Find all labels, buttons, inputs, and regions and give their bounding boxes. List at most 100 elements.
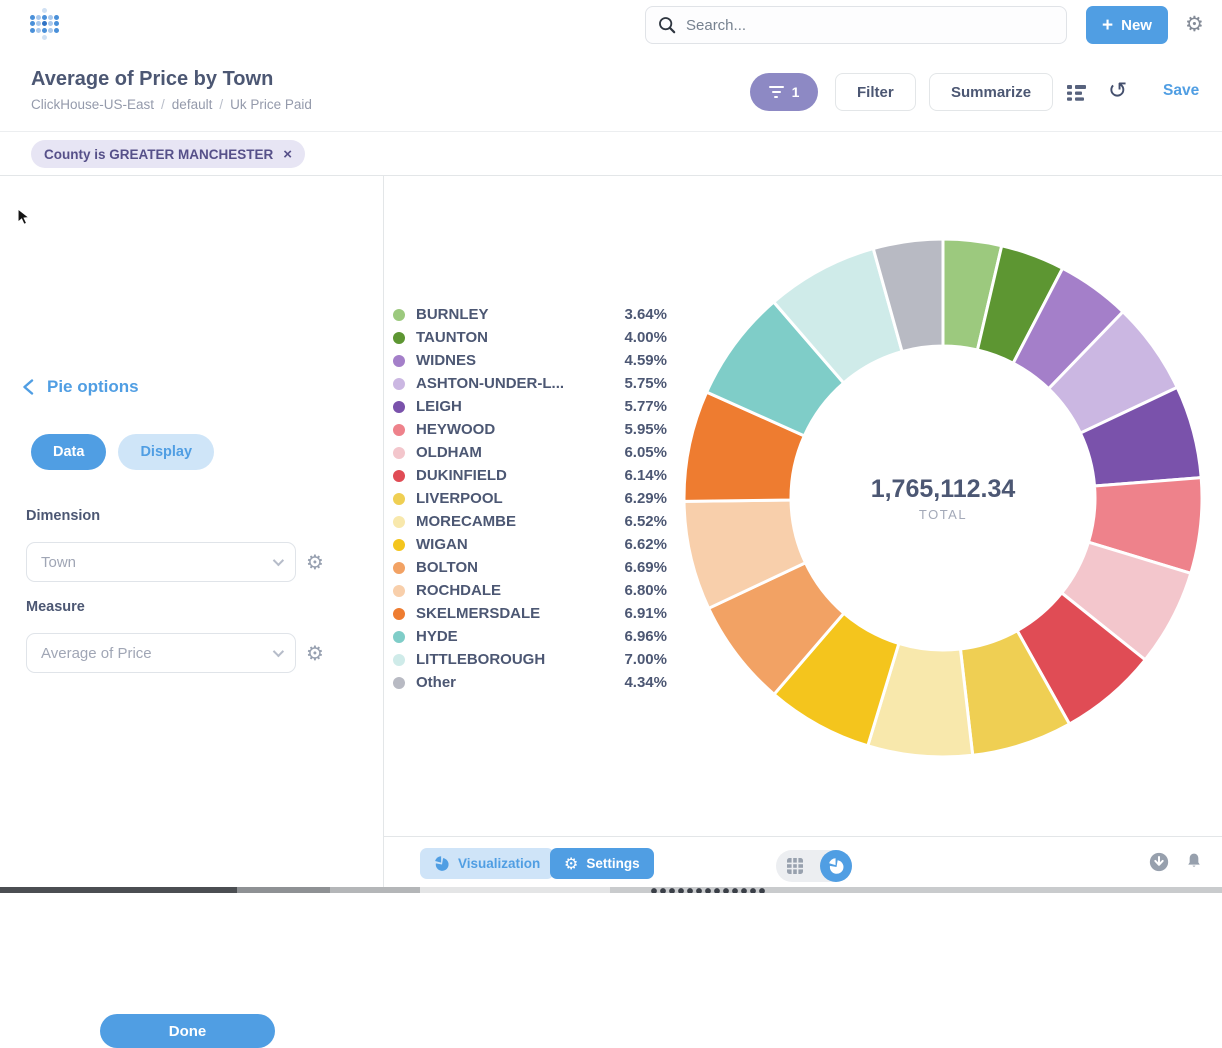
legend-item[interactable]: SKELMERSDALE 6.91% (393, 602, 667, 625)
legend-item[interactable]: TAUNTON 4.00% (393, 326, 667, 349)
breadcrumb-schema[interactable]: default (172, 97, 213, 112)
legend-label: LITTLEBOROUGH (416, 651, 624, 668)
window-edge-strip (0, 887, 1222, 893)
legend-item[interactable]: HYDE 6.96% (393, 625, 667, 648)
legend-dot (393, 585, 405, 597)
sidebar-tabs: Data Display (31, 434, 214, 470)
breadcrumb-database[interactable]: ClickHouse-US-East (31, 97, 154, 112)
dimension-value: Town (41, 554, 273, 571)
tab-display[interactable]: Display (118, 434, 214, 470)
summarize-button[interactable]: Summarize (929, 73, 1053, 111)
legend-item[interactable]: OLDHAM 6.05% (393, 441, 667, 464)
breadcrumb: ClickHouse-US-East / default / Uk Price … (31, 97, 312, 112)
legend-label: LIVERPOOL (416, 490, 624, 507)
breadcrumb-separator: / (161, 97, 165, 112)
filter-button[interactable]: Filter (835, 73, 916, 111)
legend-value: 6.62% (624, 536, 667, 553)
table-icon[interactable] (786, 857, 804, 875)
legend-label: OLDHAM (416, 444, 624, 461)
legend-item[interactable]: LEIGH 5.77% (393, 395, 667, 418)
legend-value: 6.91% (624, 605, 667, 622)
measure-value: Average of Price (41, 645, 273, 662)
dimension-gear-icon[interactable]: ⚙ (306, 550, 324, 575)
legend-dot (393, 424, 405, 436)
legend-label: WIDNES (416, 352, 624, 369)
filter-chip-label: County is GREATER MANCHESTER (44, 147, 273, 162)
download-icon[interactable] (1148, 851, 1170, 873)
mouse-cursor-icon (17, 208, 33, 231)
search-icon (658, 16, 676, 34)
sidebar-heading: Pie options (47, 377, 139, 397)
filter-count: 1 (792, 84, 800, 100)
measure-select[interactable]: Average of Price (26, 633, 296, 673)
breadcrumb-separator: / (219, 97, 223, 112)
legend-dot (393, 470, 405, 482)
legend-item[interactable]: MORECAMBE 6.52% (393, 510, 667, 533)
legend-item[interactable]: WIGAN 6.62% (393, 533, 667, 556)
legend-label: DUKINFIELD (416, 467, 624, 484)
cutoff-content-dots (650, 886, 768, 893)
legend-label: HEYWOOD (416, 421, 624, 438)
legend-item[interactable]: Other 4.34% (393, 671, 667, 694)
legend-value: 7.00% (624, 651, 667, 668)
legend-item[interactable]: ASHTON-UNDER-L... 5.75% (393, 372, 667, 395)
legend-dot (393, 562, 405, 574)
legend-value: 6.52% (624, 513, 667, 530)
page-title: Average of Price by Town (31, 68, 273, 91)
tab-data[interactable]: Data (31, 434, 106, 470)
legend-dot (393, 539, 405, 551)
done-button[interactable]: Done (100, 1014, 275, 1048)
legend-item[interactable]: LITTLEBOROUGH 7.00% (393, 648, 667, 671)
measure-label: Measure (26, 599, 85, 615)
legend-dot (393, 355, 405, 367)
filter-chip[interactable]: County is GREATER MANCHESTER × (31, 140, 305, 168)
pie-legend: BURNLEY 3.64% TAUNTON 4.00% WIDNES 4.59%… (393, 303, 667, 694)
legend-label: MORECAMBE (416, 513, 624, 530)
pie-chart-icon (434, 856, 450, 872)
bell-icon[interactable] (1184, 850, 1204, 872)
measure-gear-icon[interactable]: ⚙ (306, 641, 324, 666)
search-placeholder: Search... (686, 17, 746, 34)
gear-icon[interactable]: ⚙ (1185, 12, 1204, 37)
legend-dot (393, 332, 405, 344)
legend-value: 6.05% (624, 444, 667, 461)
dimension-label: Dimension (26, 508, 100, 524)
legend-value: 4.00% (624, 329, 667, 346)
legend-value: 3.64% (624, 306, 667, 323)
filter-count-pill[interactable]: 1 (750, 73, 818, 111)
breadcrumb-table[interactable]: Uk Price Paid (230, 97, 312, 112)
legend-item[interactable]: BOLTON 6.69% (393, 556, 667, 579)
pie-chart-icon[interactable] (820, 850, 852, 882)
legend-item[interactable]: DUKINFIELD 6.14% (393, 464, 667, 487)
bottom-bar: Visualization ⚙ Settings (384, 836, 1222, 888)
new-button[interactable]: + New (1086, 6, 1168, 44)
dimension-select[interactable]: Town (26, 542, 296, 582)
close-icon[interactable]: × (283, 146, 292, 163)
legend-dot (393, 447, 405, 459)
settings-button[interactable]: ⚙ Settings (550, 848, 654, 879)
legend-value: 6.80% (624, 582, 667, 599)
legend-item[interactable]: WIDNES 4.59% (393, 349, 667, 372)
metabase-logo-icon[interactable] (29, 7, 59, 41)
chevron-down-icon (273, 646, 284, 657)
search-input[interactable]: Search... (645, 6, 1067, 44)
donut-chart: 1,765,112.34 TOTAL (681, 236, 1205, 760)
list-icon[interactable] (1066, 82, 1087, 108)
legend-item[interactable]: LIVERPOOL 6.29% (393, 487, 667, 510)
donut-svg (681, 236, 1205, 760)
visualization-button[interactable]: Visualization (420, 848, 554, 879)
legend-label: TAUNTON (416, 329, 624, 346)
legend-item[interactable]: BURNLEY 3.64% (393, 303, 667, 326)
refresh-icon[interactable]: ↺ (1108, 78, 1127, 104)
legend-item[interactable]: HEYWOOD 5.95% (393, 418, 667, 441)
legend-item[interactable]: ROCHDALE 6.80% (393, 579, 667, 602)
metabase-app: Search... + New ⚙ Average of Price by To… (0, 0, 1222, 893)
legend-dot (393, 654, 405, 666)
legend-label: ASHTON-UNDER-L... (416, 375, 624, 392)
legend-dot (393, 631, 405, 643)
legend-value: 5.77% (624, 398, 667, 415)
filter-icon (769, 86, 784, 99)
back-chevron-icon[interactable] (21, 378, 36, 401)
legend-value: 4.59% (624, 352, 667, 369)
save-button[interactable]: Save (1163, 82, 1199, 100)
